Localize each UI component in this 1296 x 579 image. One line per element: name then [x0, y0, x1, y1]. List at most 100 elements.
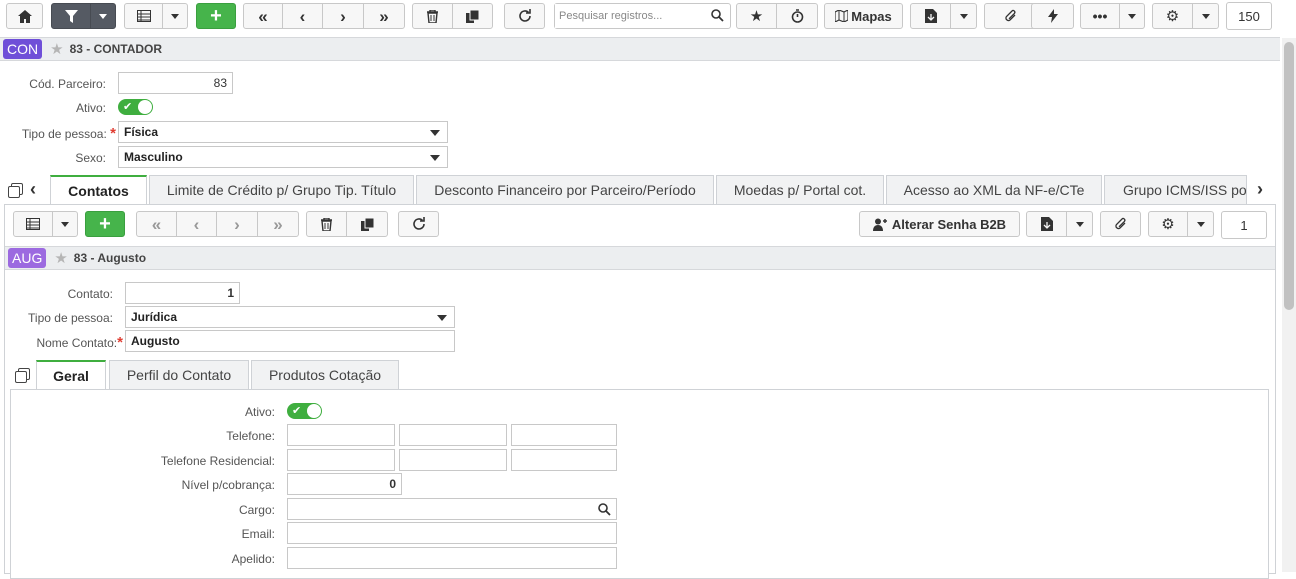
telefone-res-ramal-field[interactable] [511, 449, 617, 471]
tab-geral[interactable]: Geral [36, 360, 106, 390]
chevron-down-icon [171, 13, 179, 19]
chevron-down-icon [61, 221, 69, 227]
cod-parceiro-field[interactable]: 83 [118, 72, 233, 94]
search-box[interactable] [554, 3, 731, 29]
tab-contatos[interactable]: Contatos [50, 175, 147, 205]
sub-prev-button[interactable]: ‹ [176, 211, 217, 237]
record-badge: CON [3, 39, 43, 59]
settings-button[interactable]: ⚙ [1152, 3, 1193, 29]
search-icon[interactable] [711, 9, 724, 22]
paperclip-icon [1004, 9, 1018, 23]
lightning-icon [1047, 9, 1058, 23]
last-record-button[interactable]: » [363, 3, 405, 29]
tab-acesso-xml[interactable]: Acesso ao XML da NF-e/CTe [886, 175, 1102, 204]
report-button[interactable] [910, 3, 951, 29]
tipo-pessoa-select[interactable]: Física [118, 121, 448, 143]
file-report-icon [924, 9, 937, 23]
ativo-toggle[interactable]: ✔ [118, 99, 153, 115]
sexo-label: Sexo: [75, 151, 106, 165]
chevron-down-icon [430, 155, 440, 161]
email-field[interactable] [287, 522, 617, 544]
prev-record-button[interactable]: ‹ [282, 3, 323, 29]
star-icon[interactable]: ★ [54, 249, 67, 267]
favorite-button[interactable]: ★ [736, 3, 777, 29]
nivel-cobranca-field[interactable]: 0 [287, 473, 402, 495]
sub-delete-button[interactable] [306, 211, 347, 237]
first-record-button[interactable]: « [243, 3, 283, 29]
telefone-ddd-field[interactable] [287, 424, 395, 446]
sub-grid-view-button[interactable] [13, 211, 53, 237]
tab-grupo-icms[interactable]: Grupo ICMS/ISS po [1104, 175, 1247, 204]
contact-title: 83 - Augusto [73, 251, 147, 265]
search-input[interactable] [555, 4, 705, 28]
duplicate-button[interactable] [452, 3, 493, 29]
timer-button[interactable] [776, 3, 818, 29]
sub-last-button[interactable]: » [257, 211, 299, 237]
chevron-down-icon [1196, 221, 1205, 227]
page-size-field[interactable]: 150 [1226, 2, 1272, 30]
tab-desconto-financeiro[interactable]: Desconto Financeiro por Parceiro/Período [416, 175, 714, 204]
sub-refresh-button[interactable] [398, 211, 439, 237]
sub-report-dropdown[interactable] [1066, 211, 1093, 237]
sub-duplicate-button[interactable] [346, 211, 388, 237]
actions-button[interactable] [1031, 3, 1074, 29]
more-button[interactable]: ••• [1080, 3, 1120, 29]
filter-button[interactable] [51, 3, 91, 29]
scrollbar-thumb[interactable] [1284, 42, 1294, 310]
chevron-down-icon [1075, 221, 1084, 227]
copy-tabs-icon[interactable] [8, 183, 23, 198]
telefone-ramal-field[interactable] [511, 424, 617, 446]
nome-contato-field[interactable]: Augusto [125, 330, 455, 352]
sub-report-button[interactable] [1026, 211, 1067, 237]
cod-parceiro-label: Cód. Parceiro: [29, 77, 106, 91]
grid-view-dropdown[interactable] [162, 3, 188, 29]
search-icon[interactable] [598, 503, 611, 516]
home-button[interactable] [6, 3, 43, 29]
more-dropdown[interactable] [1119, 3, 1145, 29]
copy-tabs-icon[interactable] [15, 368, 30, 383]
telefone-res-number-field[interactable] [399, 449, 507, 471]
tab-produtos-cotacao[interactable]: Produtos Cotação [251, 360, 399, 389]
tab-moedas-portal[interactable]: Moedas p/ Portal cot. [716, 175, 884, 204]
tab-limite-credito[interactable]: Limite de Crédito p/ Grupo Tip. Título [149, 175, 414, 204]
sub-next-button[interactable]: › [216, 211, 258, 237]
chevron-down-icon [1128, 13, 1136, 19]
sub-settings-dropdown[interactable] [1187, 211, 1214, 237]
home-icon [17, 9, 32, 23]
telefone-number-field[interactable] [399, 424, 507, 446]
next-record-button[interactable]: › [322, 3, 364, 29]
chevron-left-icon: ‹ [299, 6, 306, 26]
sub-first-button[interactable]: « [136, 211, 177, 237]
sub-settings-button[interactable]: ⚙ [1148, 211, 1188, 237]
page-scrollbar[interactable] [1282, 38, 1296, 572]
chevron-right-icon: › [340, 6, 346, 26]
sub-attachment-button[interactable] [1100, 211, 1141, 237]
tabs-scroll-right-icon[interactable]: › [1257, 180, 1263, 198]
telefone-label: Telefone: [226, 429, 275, 443]
telefone-residencial-label: Telefone Residencial: [160, 454, 275, 468]
maps-button[interactable]: Mapas [824, 3, 903, 29]
add-button[interactable]: + [196, 3, 236, 29]
star-icon[interactable]: ★ [50, 40, 63, 58]
apelido-field[interactable] [287, 547, 617, 569]
report-dropdown[interactable] [950, 3, 977, 29]
telefone-res-ddd-field[interactable] [287, 449, 395, 471]
cargo-field[interactable] [287, 498, 617, 520]
tab-perfil-contato[interactable]: Perfil do Contato [109, 360, 249, 389]
filter-dropdown-button[interactable] [90, 3, 116, 29]
sub-page-number[interactable]: 1 [1221, 211, 1267, 239]
attachment-button[interactable] [984, 3, 1038, 29]
sub-grid-view-dropdown[interactable] [52, 211, 78, 237]
contato-field[interactable]: 1 [125, 282, 240, 304]
geral-ativo-toggle[interactable]: ✔ [287, 403, 322, 419]
delete-button[interactable] [412, 3, 453, 29]
settings-dropdown[interactable] [1192, 3, 1219, 29]
grid-view-button[interactable] [124, 3, 163, 29]
refresh-button[interactable] [504, 3, 545, 29]
sub-add-button[interactable]: + [85, 211, 125, 237]
sexo-select[interactable]: Masculino [118, 146, 448, 168]
grid-icon [26, 218, 40, 230]
tabs-scroll-left-icon[interactable]: ‹ [30, 180, 36, 198]
contact-tipo-pessoa-select[interactable]: Jurídica [125, 306, 455, 328]
alterar-senha-button[interactable]: Alterar Senha B2B [859, 211, 1020, 237]
